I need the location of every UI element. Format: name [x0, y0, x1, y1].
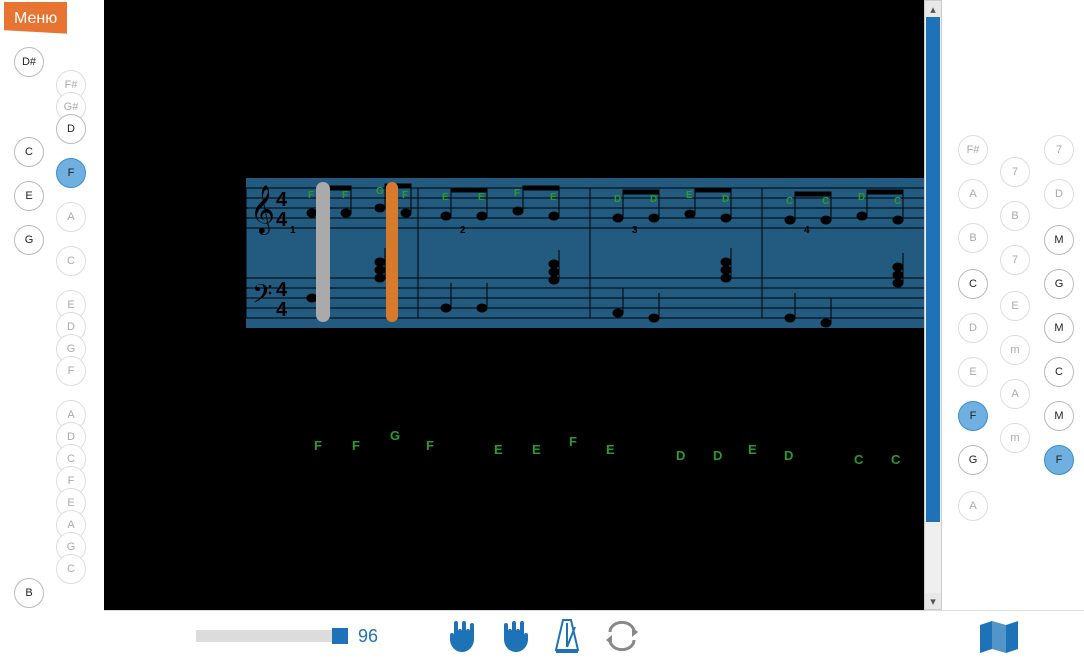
note-label-G: G — [390, 428, 400, 443]
svg-text:𝄞: 𝄞 — [250, 185, 275, 235]
chord-bubble-F[interactable]: F — [958, 401, 988, 431]
music-staff: 𝄞 4 4 𝄢 4 4 — [246, 178, 934, 328]
note-label-E: E — [748, 442, 757, 457]
note-label-F: F — [569, 434, 577, 449]
metronome-icon[interactable] — [552, 617, 582, 655]
measure-2-label: 2 — [460, 225, 466, 236]
chord-bubble-F[interactable]: F — [56, 158, 86, 188]
playhead-active[interactable] — [386, 182, 398, 322]
scroll-thumb[interactable] — [926, 17, 940, 522]
note-label-C: C — [891, 452, 900, 467]
chord-bubble-A[interactable]: A — [958, 179, 988, 209]
chord-bubble-B[interactable]: B — [958, 223, 988, 253]
chord-bubble-A[interactable]: A — [958, 491, 988, 521]
chord-bubble-G[interactable]: G — [14, 225, 44, 255]
left-hand-icon[interactable] — [448, 619, 478, 653]
chord-bubble-7[interactable]: 7 — [1000, 157, 1030, 187]
chord-bubble-D[interactable]: D — [1044, 179, 1074, 209]
svg-text:E: E — [478, 192, 485, 203]
measure-3-label: 3 — [632, 225, 638, 236]
note-label-E: E — [494, 442, 503, 457]
svg-text:4: 4 — [276, 209, 288, 231]
chord-bubble-m[interactable]: m — [1000, 423, 1030, 453]
bottom-toolbar: 96 — [104, 610, 1084, 661]
map-icon[interactable] — [978, 619, 1022, 655]
chord-bubble-E[interactable]: E — [14, 181, 44, 211]
chord-bubble-M[interactable]: M — [1044, 313, 1074, 343]
chord-bubble-E[interactable]: E — [1000, 291, 1030, 321]
svg-text:D: D — [722, 194, 729, 205]
svg-text:4: 4 — [276, 279, 288, 301]
note-letters-row: F F G F E E F E D D E D C C — [154, 420, 914, 470]
scroll-up-arrow[interactable]: ▴ — [925, 1, 941, 17]
svg-text:4: 4 — [276, 299, 288, 321]
left-side-bg — [0, 30, 104, 608]
note-label-D: D — [713, 448, 722, 463]
staff-svg: 𝄞 4 4 𝄢 4 4 — [246, 178, 934, 328]
svg-text:E: E — [686, 190, 693, 201]
chord-bubble-F[interactable]: F — [56, 356, 86, 386]
note-label-C: C — [854, 452, 863, 467]
chord-bubble-C[interactable]: C — [56, 246, 86, 276]
right-hand-icon[interactable] — [500, 619, 530, 653]
note-label-F: F — [352, 438, 360, 453]
measure-4-label: 4 — [804, 225, 810, 236]
chord-bubble-7[interactable]: 7 — [1000, 245, 1030, 275]
svg-text:F: F — [402, 190, 408, 201]
chord-bubble-C[interactable]: C — [958, 269, 988, 299]
tempo-slider-thumb[interactable] — [332, 628, 348, 644]
note-label-F: F — [426, 438, 434, 453]
chord-bubble-F[interactable]: F — [1044, 445, 1074, 475]
svg-text:4: 4 — [276, 189, 288, 211]
chord-bubble-E[interactable]: E — [958, 357, 988, 387]
chord-bubble-Dsharp[interactable]: D# — [14, 47, 44, 77]
svg-text:D: D — [614, 194, 621, 205]
svg-text:𝄢: 𝄢 — [252, 279, 273, 315]
svg-text:F: F — [308, 190, 314, 201]
note-label-F: F — [314, 438, 322, 453]
chord-bubble-D[interactable]: D — [958, 313, 988, 343]
note-label-E: E — [532, 442, 541, 457]
svg-text:F: F — [514, 188, 520, 199]
chord-bubble-m[interactable]: m — [1000, 335, 1030, 365]
scroll-down-arrow[interactable]: ▾ — [925, 593, 941, 609]
chord-bubble-A[interactable]: A — [56, 202, 86, 232]
vertical-scrollbar[interactable]: ▴ ▾ — [924, 0, 942, 610]
chord-bubble-M[interactable]: M — [1044, 225, 1074, 255]
svg-text:D: D — [650, 194, 657, 205]
chord-bubble-C[interactable]: C — [56, 554, 86, 584]
chord-bubble-A[interactable]: A — [1000, 379, 1030, 409]
chord-bubble-B[interactable]: B — [14, 578, 44, 608]
chord-bubble-Fsharp[interactable]: F# — [958, 135, 988, 165]
svg-text:C: C — [822, 196, 829, 207]
score-stage: 𝄞 4 4 𝄢 4 4 — [104, 0, 924, 610]
note-label-D: D — [784, 448, 793, 463]
playhead-inactive — [316, 182, 330, 322]
svg-text:C: C — [786, 196, 793, 207]
tempo-value: 96 — [358, 626, 378, 647]
chord-bubble-C[interactable]: C — [14, 137, 44, 167]
chord-bubble-D[interactable]: D — [56, 114, 86, 144]
chord-bubble-B[interactable]: B — [1000, 201, 1030, 231]
chord-bubble-G[interactable]: G — [958, 445, 988, 475]
svg-text:D: D — [858, 192, 865, 203]
svg-text:F: F — [342, 190, 348, 201]
svg-text:C: C — [894, 196, 901, 207]
svg-text:G: G — [376, 186, 384, 197]
chord-bubble-M[interactable]: M — [1044, 401, 1074, 431]
note-label-D: D — [676, 448, 685, 463]
svg-text:E: E — [442, 192, 449, 203]
tempo-slider[interactable] — [196, 630, 346, 642]
chord-bubble-7[interactable]: 7 — [1044, 135, 1074, 165]
chord-bubble-C[interactable]: C — [1044, 357, 1074, 387]
measure-1-label: 1 — [290, 225, 296, 236]
note-label-E: E — [606, 442, 615, 457]
svg-text:E: E — [550, 192, 557, 203]
loop-icon[interactable] — [604, 621, 640, 651]
chord-bubble-G[interactable]: G — [1044, 269, 1074, 299]
